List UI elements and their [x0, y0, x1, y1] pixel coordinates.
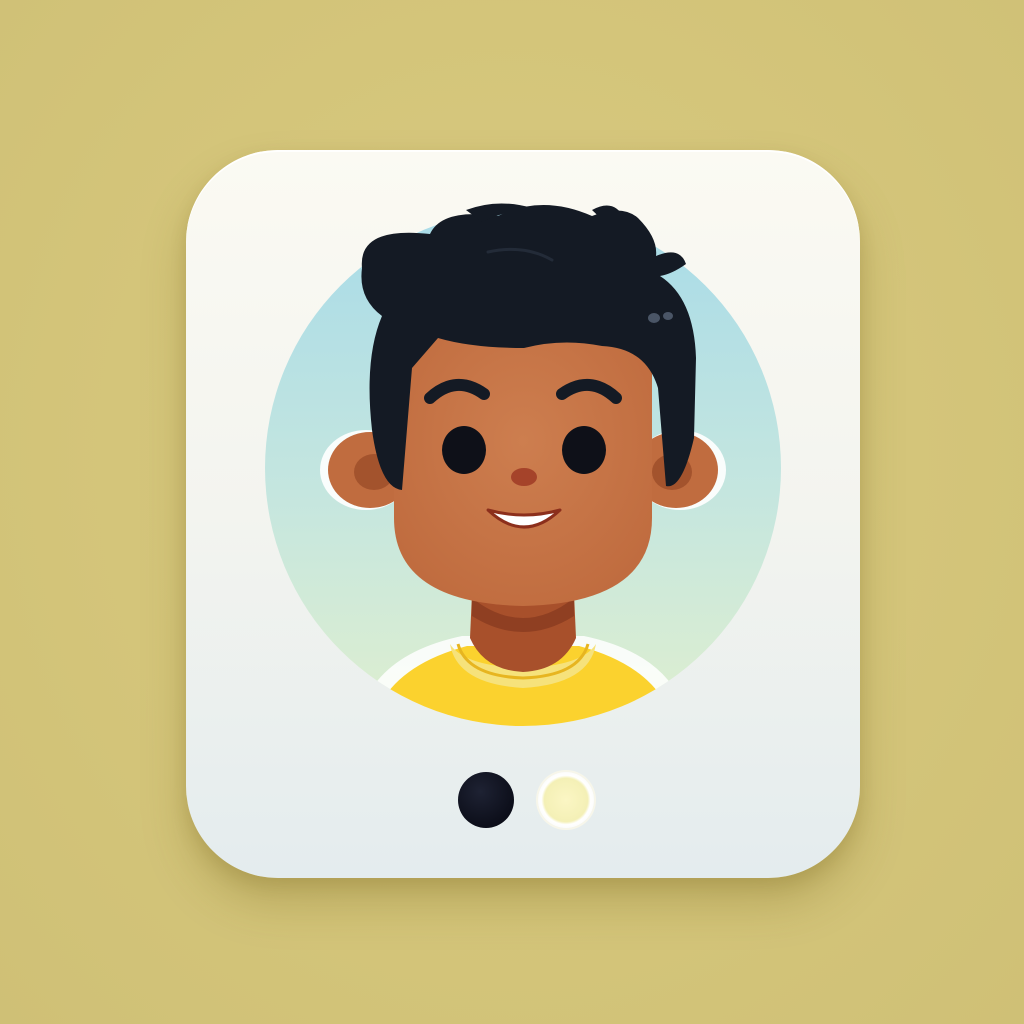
- page-indicator: [458, 772, 594, 830]
- left-eye: [442, 426, 486, 474]
- avatar: [262, 198, 784, 732]
- page-dot-2[interactable]: [538, 772, 594, 828]
- boy-avatar-icon: [265, 203, 781, 726]
- page-dot-1[interactable]: [458, 772, 514, 828]
- nose: [511, 468, 537, 486]
- right-eye: [562, 426, 606, 474]
- face: [394, 306, 652, 606]
